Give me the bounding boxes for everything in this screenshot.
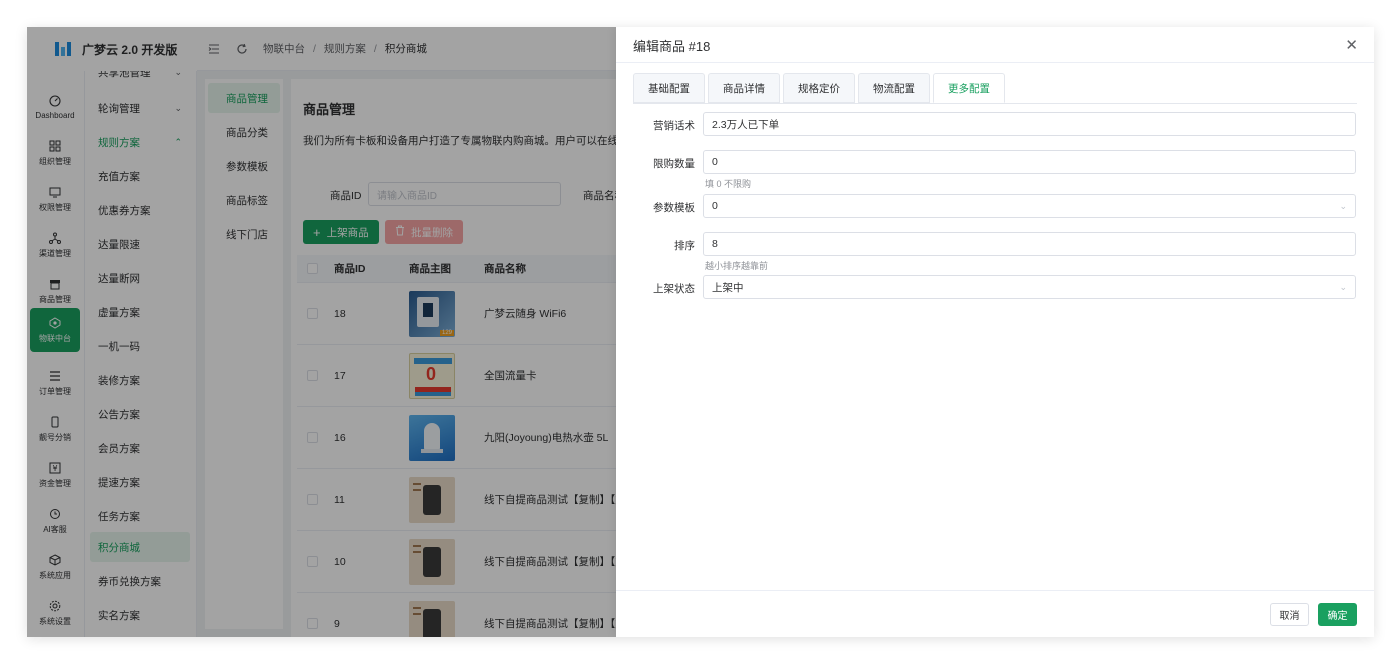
shelf-status-select[interactable]: 上架中 ⌄	[703, 275, 1356, 299]
drawer-tabs: 基础配置 商品详情 规格定价 物流配置 更多配置	[633, 73, 1008, 103]
purchase-limit-label: 限购数量	[653, 158, 695, 170]
modal-overlay[interactable]	[27, 27, 616, 637]
tab-product-detail[interactable]: 商品详情	[708, 73, 780, 103]
tab-underline	[633, 103, 1357, 104]
shelf-status-label: 上架状态	[653, 283, 695, 295]
divider	[616, 62, 1374, 63]
sort-input[interactable]: 8	[703, 232, 1356, 256]
confirm-button[interactable]: 确定	[1318, 603, 1357, 626]
sort-hint: 越小排序越靠前	[705, 261, 769, 271]
marketing-input[interactable]: 2.3万人已下单	[703, 112, 1356, 136]
chevron-down-icon: ⌄	[1339, 281, 1347, 292]
cancel-button[interactable]: 取消	[1270, 603, 1309, 626]
app-window: 广梦云 2.0 开发版 Dashboard 组织管理 权限管理 渠道管理 商品管…	[27, 27, 1374, 637]
param-template-label: 参数模板	[653, 202, 695, 214]
purchase-limit-input[interactable]: 0	[703, 150, 1356, 174]
close-icon[interactable]: ✕	[1345, 36, 1358, 54]
sort-label: 排序	[674, 240, 695, 252]
param-template-value: 0	[712, 200, 718, 212]
purchase-limit-hint: 填 0 不限购	[705, 179, 752, 189]
tab-spec-pricing[interactable]: 规格定价	[783, 73, 855, 103]
footer-divider	[616, 590, 1374, 591]
chevron-down-icon: ⌄	[1339, 200, 1347, 211]
edit-product-drawer: 编辑商品 #18 ✕ 基础配置 商品详情 规格定价 物流配置 更多配置 营销话术…	[616, 27, 1374, 637]
tab-more-config[interactable]: 更多配置	[933, 73, 1005, 103]
marketing-label: 营销话术	[653, 120, 695, 132]
tab-basic-config[interactable]: 基础配置	[633, 73, 705, 103]
drawer-title: 编辑商品 #18	[633, 39, 711, 54]
shelf-status-value: 上架中	[712, 281, 744, 294]
param-template-select[interactable]: 0 ⌄	[703, 194, 1356, 218]
tab-logistics[interactable]: 物流配置	[858, 73, 930, 103]
